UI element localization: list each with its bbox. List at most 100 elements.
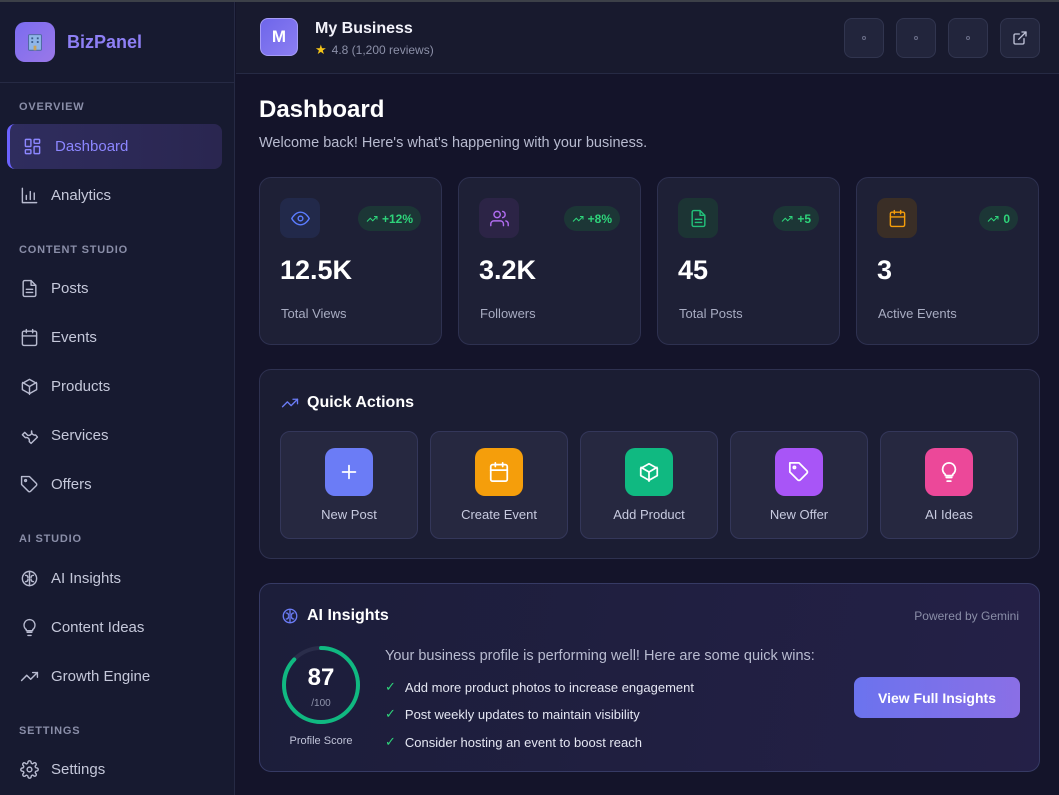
stat-label: Total Views (281, 306, 347, 321)
sidebar-item-label: Growth Engine (51, 668, 151, 685)
header-button-1[interactable] (844, 18, 884, 58)
sidebar-item-dashboard[interactable]: Dashboard (7, 124, 222, 169)
view-full-insights-button[interactable]: View Full Insights (854, 677, 1020, 718)
sidebar-item-label: Posts (51, 280, 89, 297)
sidebar-item-label: AI Insights (51, 570, 122, 587)
qa-label: Create Event (461, 507, 537, 522)
new-post-button[interactable]: New Post (280, 431, 418, 539)
grid-icon (24, 138, 41, 155)
trend-value: +12% (381, 211, 413, 226)
sidebar-item-label: Products (51, 378, 111, 395)
ai-insights-title: AI Insights (281, 607, 389, 625)
check-icon: ✓ (385, 679, 396, 694)
wrench-icon (21, 430, 39, 445)
trending-up-icon (987, 215, 999, 222)
section-content-studio: CONTENT STUDIO (19, 244, 128, 256)
header-button-2[interactable] (896, 18, 936, 58)
brand-name: BizPanel (67, 31, 143, 52)
qa-icon-box (625, 448, 673, 496)
trend-badge: +5 (773, 206, 819, 231)
stat-card-views[interactable]: +12% 12.5K Total Views (259, 177, 442, 345)
insight-tip: ✓ Add more product photos to increase en… (385, 679, 694, 695)
tip-text: Post weekly updates to maintain visibili… (404, 706, 640, 722)
trend-badge: 0 (979, 206, 1018, 231)
sidebar-item-growth-engine[interactable]: Growth Engine (7, 654, 222, 699)
tag-icon (788, 461, 809, 482)
stat-card-events[interactable]: 0 3 Active Events (856, 177, 1039, 345)
sidebar-item-content-ideas[interactable]: Content Ideas (7, 605, 222, 650)
sidebar-item-settings[interactable]: Settings (7, 747, 222, 792)
open-external-button[interactable] (1000, 18, 1040, 58)
stat-value: 12.5K (280, 255, 353, 285)
insight-headline: Your business profile is performing well… (385, 648, 815, 664)
calendar-icon (21, 328, 38, 347)
sidebar-item-products[interactable]: Products (7, 364, 222, 409)
panel-title-text: Quick Actions (307, 394, 414, 411)
brand[interactable]: BizPanel (0, 2, 234, 83)
section-overview: OVERVIEW (19, 101, 85, 113)
ai-ideas-button[interactable]: AI Ideas (880, 431, 1018, 539)
qa-label: New Post (321, 507, 377, 522)
stat-card-followers[interactable]: +8% 3.2K Followers (458, 177, 641, 345)
sidebar-item-label: Content Ideas (51, 619, 145, 636)
sidebar-item-services[interactable]: Services (7, 413, 222, 458)
sidebar-item-posts[interactable]: Posts (7, 266, 222, 311)
document-icon (22, 279, 37, 298)
tip-text: Consider hosting an event to boost reach (404, 734, 642, 750)
score-label: Profile Score (289, 735, 353, 747)
lightbulb-icon (941, 461, 957, 483)
trend-value: 0 (1003, 211, 1010, 226)
bar-chart-icon (21, 187, 38, 204)
calendar-icon (489, 461, 509, 483)
sidebar-item-label: Services (51, 427, 109, 444)
create-event-button[interactable]: Create Event (430, 431, 568, 539)
calendar-icon (889, 209, 905, 227)
insight-tip: ✓ Consider hosting an event to boost rea… (385, 734, 642, 750)
section-ai-studio: AI STUDIO (19, 533, 82, 545)
sidebar-item-label: Dashboard (55, 138, 129, 155)
trend-badge: +8% (563, 206, 620, 231)
trend-value: +5 (797, 211, 811, 226)
panel-title-text: AI Insights (307, 607, 389, 624)
insight-tip: ✓ Post weekly updates to maintain visibi… (385, 706, 640, 722)
stat-icon-box (479, 198, 519, 238)
qa-icon-box (775, 448, 823, 496)
tip-text: Add more product photos to increase enga… (404, 679, 694, 695)
qa-icon-box (925, 448, 973, 496)
dot-icon (966, 36, 970, 40)
box-icon (639, 462, 659, 483)
stat-label: Total Posts (679, 306, 743, 321)
sidebar-item-events[interactable]: Events (7, 315, 222, 360)
qa-icon-box (475, 448, 523, 496)
trending-up-icon (20, 671, 39, 682)
sidebar-item-analytics[interactable]: Analytics (7, 173, 222, 218)
lightbulb-icon (23, 618, 36, 637)
trending-up-icon (781, 215, 793, 222)
quick-actions-panel: Quick Actions New Post Create Event Add … (259, 369, 1040, 559)
page-subtitle: Welcome back! Here's what's happening wi… (259, 135, 648, 151)
qa-label: Add Product (613, 507, 685, 522)
stat-card-posts[interactable]: +5 45 Total Posts (657, 177, 840, 345)
add-product-button[interactable]: Add Product (580, 431, 718, 539)
score-value: 87 (307, 664, 335, 691)
business-avatar[interactable]: M (260, 18, 298, 56)
brain-icon (282, 608, 298, 624)
sidebar-item-label: Events (51, 329, 97, 346)
dot-icon (914, 36, 918, 40)
sidebar-item-offers[interactable]: Offers (7, 462, 222, 507)
stat-icon-box (877, 198, 917, 238)
check-icon: ✓ (385, 734, 396, 749)
brain-icon (21, 570, 38, 587)
header-button-3[interactable] (948, 18, 988, 58)
tag-icon (20, 475, 38, 493)
page-title: Dashboard (259, 96, 385, 123)
business-name: My Business (315, 20, 413, 37)
new-offer-button[interactable]: New Offer (730, 431, 868, 539)
sidebar-item-ai-insights[interactable]: AI Insights (7, 556, 222, 601)
users-icon (489, 210, 509, 226)
qa-label: New Offer (769, 507, 829, 522)
sidebar: BizPanel OVERVIEW Dashboard Analytics CO… (0, 2, 235, 795)
trending-up-icon (281, 398, 299, 408)
eye-icon (290, 210, 310, 226)
section-settings: SETTINGS (19, 725, 81, 737)
